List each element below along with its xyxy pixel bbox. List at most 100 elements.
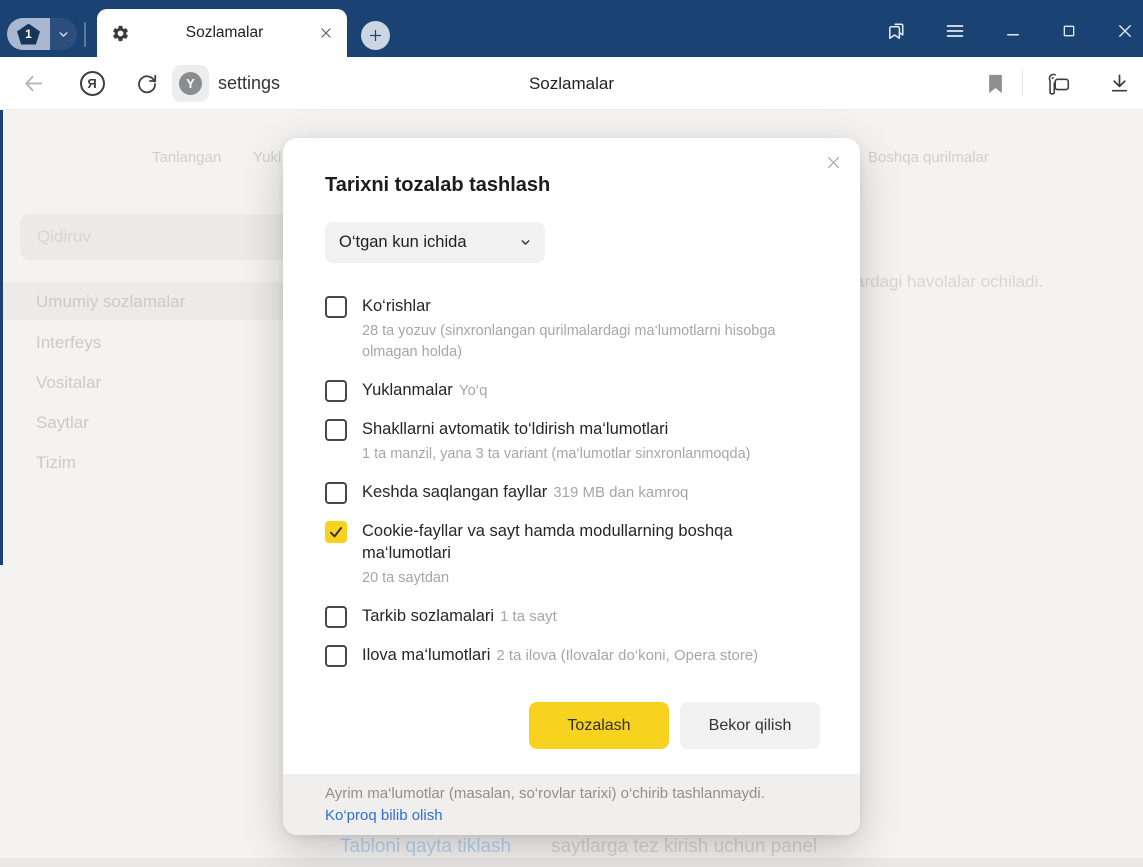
- favicon-y-icon: Y: [179, 72, 202, 95]
- tab-count-shield-icon: 1: [17, 24, 40, 45]
- bg-nav-yuklanmalar[interactable]: Yukl: [253, 149, 281, 166]
- checkmark-icon: [328, 524, 344, 540]
- bg-tablo-description: saytlarga tez kirish uchun panel: [551, 836, 817, 858]
- chevron-down-icon: [519, 236, 532, 249]
- window-close-button[interactable]: [1111, 18, 1139, 44]
- item-label: Shakllarni avtomatik to‘ldirish ma‘lumot…: [362, 418, 807, 440]
- reload-icon: [135, 72, 159, 96]
- bg-bottom-strip: [0, 858, 1143, 867]
- sidebar-item-3[interactable]: Vositalar: [36, 373, 101, 393]
- sidebar-item-1[interactable]: Umumiy sozlamalar: [36, 292, 185, 312]
- checkbox[interactable]: [325, 606, 347, 628]
- tab-list-dropdown[interactable]: [50, 18, 77, 50]
- item-label: Ko‘rishlar: [362, 295, 807, 317]
- download-icon: [1108, 72, 1131, 95]
- dialog-close-icon: [825, 154, 842, 171]
- collections-button[interactable]: [882, 18, 910, 44]
- tab-title: Sozlamalar: [130, 24, 319, 42]
- item-description: 28 ta yozuv (sinxronlangan qurilmalardag…: [362, 321, 787, 363]
- window-frame-edge: [0, 110, 3, 565]
- checkbox[interactable]: [325, 645, 347, 667]
- item-body: Ko‘rishlar 28 ta yozuv (sinxronlangan qu…: [362, 295, 820, 363]
- address-input[interactable]: settings: [218, 57, 280, 110]
- browser-window: 1 Sozlamalar: [0, 0, 1143, 867]
- item-inline-note: 1 ta sayt: [500, 608, 557, 625]
- dialog-footer: Ayrim ma‘lumotlar (masalan, so‘rovlar ta…: [283, 774, 860, 835]
- dialog-list-item: Shakllarni avtomatik to‘ldirish ma‘lumot…: [325, 418, 820, 465]
- titlebar-divider: [84, 22, 86, 47]
- minimize-icon: [1004, 22, 1022, 40]
- item-body: Shakllarni avtomatik to‘ldirish ma‘lumot…: [362, 418, 820, 465]
- site-favicon: Y: [172, 65, 209, 102]
- bg-content-fragment: ardagi havolalar ochiladi.: [855, 272, 1043, 292]
- dialog-list-item: Ilova ma‘lumotlari2 ta ilova (Ilovalar d…: [325, 644, 820, 667]
- dialog-checkbox-list: Ko‘rishlar 28 ta yozuv (sinxronlangan qu…: [325, 295, 820, 667]
- gear-icon: [111, 24, 130, 43]
- plus-icon: [368, 28, 383, 43]
- toolbar-divider: [1022, 69, 1023, 97]
- bookmark-button[interactable]: [982, 57, 1008, 110]
- item-label: Tarkib sozlamalari1 ta sayt: [362, 605, 807, 628]
- maximize-button[interactable]: [1055, 18, 1083, 44]
- bookmark-icon: [987, 74, 1004, 94]
- tab-count-badge[interactable]: 1: [7, 18, 50, 50]
- learn-more-link[interactable]: Ko‘proq bilib olish: [325, 805, 443, 827]
- item-body: Cookie-fayllar va sayt hamda modullarnin…: [362, 520, 820, 589]
- clear-history-dialog: Tarixni tozalab tashlash O‘tgan kun ichi…: [283, 138, 860, 835]
- item-label: YuklanmalarYo‘q: [362, 379, 807, 402]
- dialog-list-item: Cookie-fayllar va sayt hamda modullarnin…: [325, 520, 820, 589]
- item-label: Ilova ma‘lumotlari2 ta ilova (Ilovalar d…: [362, 644, 807, 667]
- dialog-list-item: Tarkib sozlamalari1 ta sayt: [325, 605, 820, 628]
- bg-nav-boshqa-qurilmalar[interactable]: Boshqa qurilmalar: [868, 149, 989, 166]
- dialog-list-item: YuklanmalarYo‘q: [325, 379, 820, 402]
- chevron-down-icon: [57, 28, 70, 41]
- item-label: Cookie-fayllar va sayt hamda modullarnin…: [362, 520, 807, 564]
- sidebar-item-4[interactable]: Saytlar: [36, 413, 89, 433]
- tab-close-icon[interactable]: [319, 26, 333, 40]
- item-inline-note: Yo‘q: [459, 382, 488, 399]
- checkbox[interactable]: [325, 521, 347, 543]
- item-body: Ilova ma‘lumotlari2 ta ilova (Ilovalar d…: [362, 644, 820, 667]
- dialog-list-item: Ko‘rishlar 28 ta yozuv (sinxronlangan qu…: [325, 295, 820, 363]
- checkbox[interactable]: [325, 419, 347, 441]
- hamburger-icon: [945, 23, 965, 39]
- checkbox[interactable]: [325, 296, 347, 318]
- yandex-logo-icon: Я: [80, 71, 105, 96]
- clear-button[interactable]: Tozalash: [529, 702, 669, 749]
- new-tab-button[interactable]: [361, 21, 390, 50]
- minimize-button[interactable]: [999, 18, 1027, 44]
- bg-nav-tanlangan[interactable]: Tanlangan: [152, 149, 221, 166]
- cancel-button[interactable]: Bekor qilish: [680, 702, 820, 749]
- collections-icon: [885, 20, 908, 43]
- yandex-home-button[interactable]: Я: [78, 57, 106, 110]
- time-range-value: O‘tgan kun ichida: [339, 233, 519, 252]
- dialog-buttons: Tozalash Bekor qilish: [283, 702, 820, 749]
- bg-tablo-reset-link[interactable]: Tabloni qayta tiklash: [340, 836, 511, 858]
- item-label: Keshda saqlangan fayllar319 MB dan kamro…: [362, 481, 807, 504]
- item-body: Keshda saqlangan fayllar319 MB dan kamro…: [362, 481, 820, 504]
- back-button[interactable]: [20, 57, 46, 110]
- close-icon: [1116, 22, 1134, 40]
- sidebar-item-5[interactable]: Tizim: [36, 453, 76, 473]
- passwords-button[interactable]: [1040, 57, 1076, 110]
- checkbox[interactable]: [325, 380, 347, 402]
- item-description: 1 ta manzil, yana 3 ta variant (ma‘lumot…: [362, 444, 787, 465]
- titlebar: 1 Sozlamalar: [0, 0, 1143, 57]
- dialog-footer-text: Ayrim ma‘lumotlar (masalan, so‘rovlar ta…: [325, 783, 818, 805]
- menu-button[interactable]: [941, 18, 969, 44]
- item-body: YuklanmalarYo‘q: [362, 379, 820, 402]
- back-arrow-icon: [22, 72, 45, 95]
- dialog-list-item: Keshda saqlangan fayllar319 MB dan kamro…: [325, 481, 820, 504]
- passwords-key-icon: [1043, 70, 1073, 98]
- downloads-button[interactable]: [1104, 57, 1134, 110]
- checkbox[interactable]: [325, 482, 347, 504]
- tab-sozlamalar[interactable]: Sozlamalar: [97, 9, 347, 57]
- reload-button[interactable]: [133, 57, 161, 110]
- dialog-close-button[interactable]: [822, 151, 844, 173]
- tab-counter-pill[interactable]: 1: [7, 18, 77, 50]
- sidebar-item-2[interactable]: Interfeys: [36, 333, 101, 353]
- item-description: 20 ta saytdan: [362, 568, 787, 589]
- time-range-select[interactable]: O‘tgan kun ichida: [325, 222, 545, 263]
- dialog-title: Tarixni tozalab tashlash: [325, 174, 818, 197]
- settings-search-input[interactable]: Qidiruv: [20, 214, 320, 260]
